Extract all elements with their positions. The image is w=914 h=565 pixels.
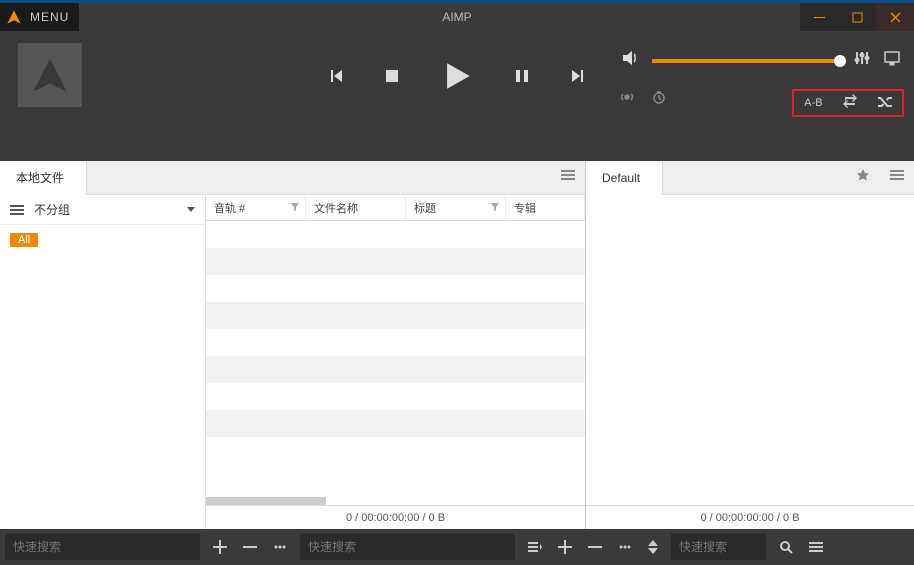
chevron-down-icon	[187, 207, 195, 212]
equalizer-button[interactable]	[854, 50, 870, 71]
search-button[interactable]	[771, 534, 801, 560]
col-title[interactable]: 标题	[406, 195, 506, 220]
search-input-right[interactable]	[679, 540, 758, 554]
table-row[interactable]	[206, 248, 585, 275]
ab-repeat-button[interactable]: A-B	[804, 97, 822, 109]
playlist-add-button[interactable]	[550, 534, 580, 560]
timer-icon[interactable]	[652, 90, 666, 109]
app-logo-icon	[6, 9, 22, 25]
next-button[interactable]	[570, 68, 586, 84]
right-panel: Default 0 / 00:00:00:00 / 0 B	[586, 161, 914, 529]
right-tab-bar: Default	[586, 161, 914, 195]
add-button[interactable]	[205, 534, 235, 560]
search-box-mid[interactable]	[300, 534, 515, 560]
sort-buttons[interactable]	[640, 540, 666, 554]
maximize-button[interactable]	[838, 3, 876, 31]
main-area: 本地文件 不分组 All 音轨 # 文件名称 标	[0, 161, 914, 529]
left-panel: 本地文件 不分组 All 音轨 # 文件名称 标	[0, 161, 586, 529]
track-rows	[206, 221, 585, 505]
volume-row	[620, 49, 900, 72]
repeat-button[interactable]	[843, 94, 857, 113]
player-area: A-B	[0, 31, 914, 161]
remove-button[interactable]	[235, 534, 265, 560]
sidebar: 不分组 All	[0, 195, 206, 529]
search-box-left[interactable]	[5, 534, 200, 560]
col-filename[interactable]: 文件名称	[306, 195, 406, 220]
column-headers: 音轨 # 文件名称 标题 专辑	[206, 195, 585, 221]
table-row[interactable]	[206, 221, 585, 248]
pause-button[interactable]	[514, 68, 530, 84]
volume-slider[interactable]	[652, 59, 840, 63]
play-button[interactable]	[440, 59, 474, 93]
close-button[interactable]	[876, 3, 914, 31]
table-row[interactable]	[206, 383, 585, 410]
tracklist: 音轨 # 文件名称 标题 专辑	[206, 195, 585, 529]
all-filter-badge[interactable]: All	[10, 233, 38, 247]
more-button[interactable]	[265, 534, 295, 560]
left-tab-menu-icon[interactable]	[551, 168, 585, 187]
bottom-bar	[0, 529, 914, 565]
table-row[interactable]	[206, 302, 585, 329]
filter-icon[interactable]	[291, 202, 299, 214]
col-track[interactable]: 音轨 #	[206, 195, 306, 220]
search-input-left[interactable]	[13, 540, 192, 554]
radio-icon[interactable]	[620, 90, 634, 109]
visualization-button[interactable]	[884, 50, 900, 71]
transport-controls	[328, 59, 586, 93]
shuffle-button[interactable]	[878, 94, 892, 113]
horizontal-scrollbar[interactable]	[206, 497, 326, 505]
filter-icon[interactable]	[491, 202, 499, 214]
search-input-mid[interactable]	[308, 540, 507, 554]
left-status: 0 / 00:00:00:00 / 0 B	[206, 505, 585, 529]
volume-icon[interactable]	[620, 49, 638, 72]
previous-button[interactable]	[328, 68, 344, 84]
left-content: 不分组 All 音轨 # 文件名称 标题 专辑	[0, 195, 585, 529]
table-row[interactable]	[206, 329, 585, 356]
right-status: 0 / 00:00:00:00 / 0 B	[586, 505, 914, 529]
tab-default[interactable]: Default	[586, 161, 663, 195]
playlist-area[interactable]	[586, 195, 914, 505]
table-row[interactable]	[206, 356, 585, 383]
bottom-menu-button[interactable]	[801, 534, 831, 560]
tab-local-files[interactable]: 本地文件	[0, 161, 87, 195]
title-bar: MENU AIMP	[0, 0, 914, 31]
playlist-remove-button[interactable]	[580, 534, 610, 560]
playlist-more-button[interactable]	[610, 534, 640, 560]
col-album[interactable]: 专辑	[506, 195, 585, 220]
list-mode-button[interactable]	[520, 534, 550, 560]
grouping-selector[interactable]: 不分组	[0, 195, 205, 225]
menu-label: MENU	[30, 10, 69, 24]
left-tab-bar: 本地文件	[0, 161, 585, 195]
window-buttons	[800, 3, 914, 31]
album-art-placeholder[interactable]	[18, 43, 82, 107]
minimize-button[interactable]	[800, 3, 838, 31]
table-row[interactable]	[206, 437, 585, 464]
stop-button[interactable]	[384, 68, 400, 84]
grouping-label: 不分组	[34, 201, 187, 218]
favorite-icon[interactable]	[846, 168, 880, 187]
table-row[interactable]	[206, 410, 585, 437]
right-tab-menu-icon[interactable]	[880, 168, 914, 187]
menu-button[interactable]: MENU	[0, 3, 79, 31]
window-title: AIMP	[442, 3, 471, 31]
playback-mode-group: A-B	[792, 89, 904, 117]
app-window: MENU AIMP	[0, 0, 914, 565]
table-row[interactable]	[206, 275, 585, 302]
search-box-right[interactable]	[671, 534, 766, 560]
